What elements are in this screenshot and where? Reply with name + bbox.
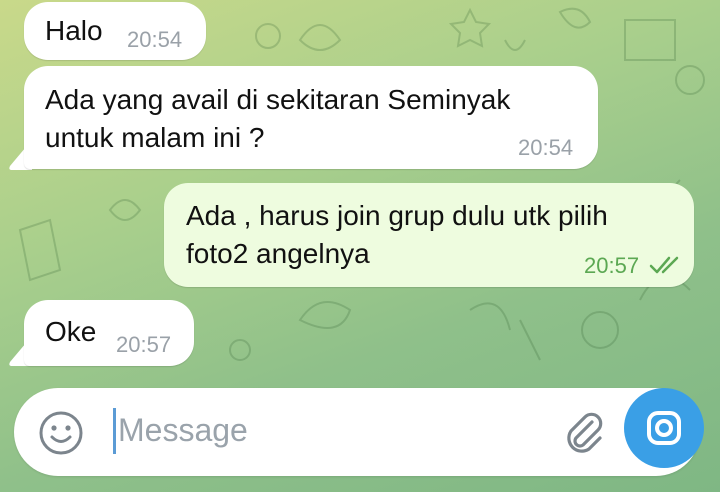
camera-button[interactable]	[624, 388, 704, 468]
paperclip-icon[interactable]	[562, 408, 606, 456]
message-input[interactable]: Message	[118, 410, 248, 450]
message-time: 20:57	[584, 253, 640, 278]
message-bubble-incoming[interactable]: Ada yang avail di sekitaran Seminyak unt…	[24, 66, 598, 169]
message-bubble-incoming[interactable]: Halo 20:54	[24, 2, 206, 60]
message-text: Ada , harus join grup dulu utk pilih fot…	[186, 200, 608, 269]
smiley-icon[interactable]	[38, 410, 84, 456]
double-check-icon	[649, 256, 679, 274]
message-time: 20:57	[116, 332, 172, 357]
message-text: Oke	[45, 316, 97, 347]
text-cursor	[113, 408, 116, 454]
message-time: 20:54	[518, 135, 574, 160]
message-time: 20:54	[127, 27, 183, 52]
message-composer: Message	[14, 388, 700, 476]
message-bubble-incoming[interactable]: Oke 20:57	[24, 300, 194, 366]
camera-icon	[647, 411, 681, 445]
message-bubble-outgoing[interactable]: Ada , harus join grup dulu utk pilih fot…	[164, 183, 694, 287]
message-text: Ada yang avail di sekitaran Seminyak unt…	[45, 84, 511, 153]
message-text: Halo	[45, 15, 103, 46]
